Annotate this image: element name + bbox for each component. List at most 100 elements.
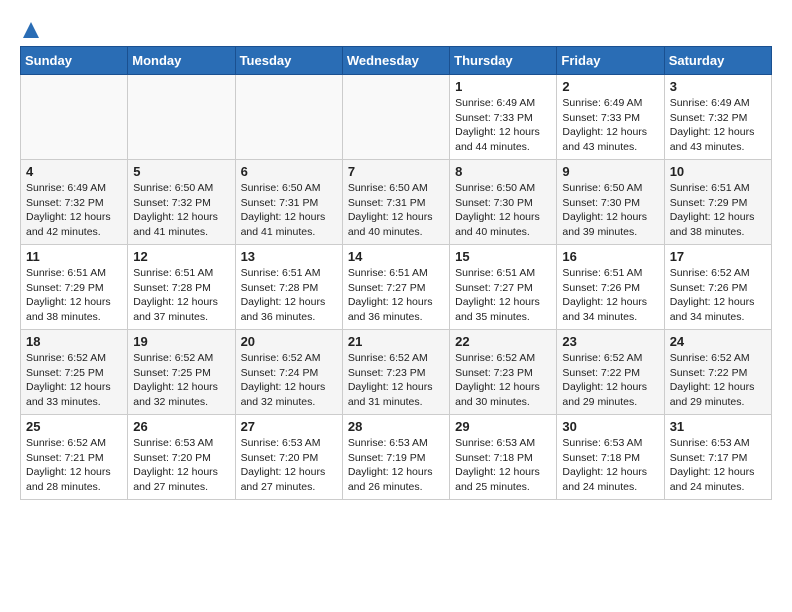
day-header-saturday: Saturday [664, 47, 771, 75]
calendar-cell: 3Sunrise: 6:49 AMSunset: 7:32 PMDaylight… [664, 75, 771, 160]
calendar-cell: 4Sunrise: 6:49 AMSunset: 7:32 PMDaylight… [21, 160, 128, 245]
calendar-week-row: 18 Sunrise: 6:52 AMSunset: 7:25 PMDayligh… [21, 330, 772, 415]
calendar-cell: 7 Sunrise: 6:50 AMSunset: 7:31 PMDaylight… [342, 160, 449, 245]
day-header-wednesday: Wednesday [342, 47, 449, 75]
day-info: Sunrise: 6:50 AMSunset: 7:31 PMDaylight:… [348, 181, 444, 240]
day-number: 8 [455, 164, 551, 179]
day-info: Sunrise: 6:53 AMSunset: 7:19 PMDaylight:… [348, 436, 444, 495]
day-info: Sunrise: 6:52 AMSunset: 7:25 PMDaylight:… [26, 351, 122, 410]
day-info: Sunrise: 6:52 AMSunset: 7:21 PMDaylight:… [26, 436, 122, 495]
day-number: 31 [670, 419, 766, 434]
calendar-cell: 2 Sunrise: 6:49 AMSunset: 7:33 PMDaylight… [557, 75, 664, 160]
day-info: Sunrise: 6:49 AMSunset: 7:33 PMDaylight:… [562, 96, 658, 155]
day-info: Sunrise: 6:52 AMSunset: 7:22 PMDaylight:… [562, 351, 658, 410]
calendar-cell: 21 Sunrise: 6:52 AMSunset: 7:23 PMDayligh… [342, 330, 449, 415]
calendar-cell [128, 75, 235, 160]
day-number: 29 [455, 419, 551, 434]
day-header-monday: Monday [128, 47, 235, 75]
day-number: 25 [26, 419, 122, 434]
day-number: 18 [26, 334, 122, 349]
calendar-cell: 8 Sunrise: 6:50 AMSunset: 7:30 PMDaylight… [450, 160, 557, 245]
day-info: Sunrise: 6:53 AMSunset: 7:17 PMDaylight:… [670, 436, 766, 495]
calendar-table: SundayMondayTuesdayWednesdayThursdayFrid… [20, 46, 772, 500]
calendar-cell: 25 Sunrise: 6:52 AMSunset: 7:21 PMDayligh… [21, 415, 128, 500]
day-info: Sunrise: 6:53 AMSunset: 7:18 PMDaylight:… [562, 436, 658, 495]
calendar-cell: 1Sunrise: 6:49 AMSunset: 7:33 PMDaylight… [450, 75, 557, 160]
calendar-cell: 20 Sunrise: 6:52 AMSunset: 7:24 PMDayligh… [235, 330, 342, 415]
day-info: Sunrise: 6:51 AMSunset: 7:29 PMDaylight:… [670, 181, 766, 240]
day-info: Sunrise: 6:53 AMSunset: 7:20 PMDaylight:… [133, 436, 229, 495]
day-info: Sunrise: 6:52 AMSunset: 7:26 PMDaylight:… [670, 266, 766, 325]
day-info: Sunrise: 6:50 AMSunset: 7:30 PMDaylight:… [455, 181, 551, 240]
day-number: 30 [562, 419, 658, 434]
day-info: Sunrise: 6:53 AMSunset: 7:18 PMDaylight:… [455, 436, 551, 495]
calendar-cell: 17 Sunrise: 6:52 AMSunset: 7:26 PMDayligh… [664, 245, 771, 330]
day-info: Sunrise: 6:51 AMSunset: 7:27 PMDaylight:… [348, 266, 444, 325]
day-number: 5 [133, 164, 229, 179]
day-number: 24 [670, 334, 766, 349]
calendar-cell: 9 Sunrise: 6:50 AMSunset: 7:30 PMDaylight… [557, 160, 664, 245]
day-info: Sunrise: 6:51 AMSunset: 7:27 PMDaylight:… [455, 266, 551, 325]
day-header-thursday: Thursday [450, 47, 557, 75]
day-number: 26 [133, 419, 229, 434]
day-number: 14 [348, 249, 444, 264]
calendar-cell: 5 Sunrise: 6:50 AMSunset: 7:32 PMDaylight… [128, 160, 235, 245]
day-number: 28 [348, 419, 444, 434]
page-header [20, 20, 772, 36]
calendar-cell: 16Sunrise: 6:51 AMSunset: 7:26 PMDayligh… [557, 245, 664, 330]
day-header-tuesday: Tuesday [235, 47, 342, 75]
calendar-cell: 29 Sunrise: 6:53 AMSunset: 7:18 PMDayligh… [450, 415, 557, 500]
day-number: 15 [455, 249, 551, 264]
day-number: 4 [26, 164, 122, 179]
day-number: 1 [455, 79, 551, 94]
day-number: 23 [562, 334, 658, 349]
calendar-cell [342, 75, 449, 160]
day-info: Sunrise: 6:50 AMSunset: 7:32 PMDaylight:… [133, 181, 229, 240]
day-info: Sunrise: 6:52 AMSunset: 7:22 PMDaylight:… [670, 351, 766, 410]
day-number: 10 [670, 164, 766, 179]
day-number: 2 [562, 79, 658, 94]
calendar-cell: 27Sunrise: 6:53 AMSunset: 7:20 PMDayligh… [235, 415, 342, 500]
calendar-cell: 22 Sunrise: 6:52 AMSunset: 7:23 PMDayligh… [450, 330, 557, 415]
day-number: 20 [241, 334, 337, 349]
day-header-friday: Friday [557, 47, 664, 75]
day-number: 9 [562, 164, 658, 179]
calendar-cell: 26 Sunrise: 6:53 AMSunset: 7:20 PMDayligh… [128, 415, 235, 500]
day-number: 13 [241, 249, 337, 264]
calendar-cell: 13 Sunrise: 6:51 AMSunset: 7:28 PMDayligh… [235, 245, 342, 330]
calendar-cell: 19 Sunrise: 6:52 AMSunset: 7:25 PMDayligh… [128, 330, 235, 415]
calendar-cell: 18 Sunrise: 6:52 AMSunset: 7:25 PMDayligh… [21, 330, 128, 415]
day-number: 21 [348, 334, 444, 349]
calendar-header-row: SundayMondayTuesdayWednesdayThursdayFrid… [21, 47, 772, 75]
day-number: 22 [455, 334, 551, 349]
day-number: 7 [348, 164, 444, 179]
day-info: Sunrise: 6:50 AMSunset: 7:30 PMDaylight:… [562, 181, 658, 240]
day-info: Sunrise: 6:50 AMSunset: 7:31 PMDaylight:… [241, 181, 337, 240]
day-info: Sunrise: 6:51 AMSunset: 7:28 PMDaylight:… [241, 266, 337, 325]
day-info: Sunrise: 6:51 AMSunset: 7:28 PMDaylight:… [133, 266, 229, 325]
calendar-cell: 24 Sunrise: 6:52 AMSunset: 7:22 PMDayligh… [664, 330, 771, 415]
calendar-cell: 15 Sunrise: 6:51 AMSunset: 7:27 PMDayligh… [450, 245, 557, 330]
calendar-cell: 14 Sunrise: 6:51 AMSunset: 7:27 PMDayligh… [342, 245, 449, 330]
day-info: Sunrise: 6:52 AMSunset: 7:23 PMDaylight:… [348, 351, 444, 410]
day-number: 27 [241, 419, 337, 434]
day-number: 17 [670, 249, 766, 264]
calendar-cell: 12Sunrise: 6:51 AMSunset: 7:28 PMDayligh… [128, 245, 235, 330]
day-info: Sunrise: 6:52 AMSunset: 7:25 PMDaylight:… [133, 351, 229, 410]
logo-icon [21, 20, 41, 40]
calendar-cell: 10 Sunrise: 6:51 AMSunset: 7:29 PMDayligh… [664, 160, 771, 245]
calendar-cell: 28 Sunrise: 6:53 AMSunset: 7:19 PMDayligh… [342, 415, 449, 500]
day-number: 19 [133, 334, 229, 349]
calendar-cell: 30 Sunrise: 6:53 AMSunset: 7:18 PMDayligh… [557, 415, 664, 500]
calendar-week-row: 11Sunrise: 6:51 AMSunset: 7:29 PMDayligh… [21, 245, 772, 330]
logo [20, 20, 42, 36]
calendar-cell: 31 Sunrise: 6:53 AMSunset: 7:17 PMDayligh… [664, 415, 771, 500]
calendar-cell [21, 75, 128, 160]
day-info: Sunrise: 6:52 AMSunset: 7:23 PMDaylight:… [455, 351, 551, 410]
day-info: Sunrise: 6:51 AMSunset: 7:29 PMDaylight:… [26, 266, 122, 325]
day-header-sunday: Sunday [21, 47, 128, 75]
day-info: Sunrise: 6:52 AMSunset: 7:24 PMDaylight:… [241, 351, 337, 410]
day-info: Sunrise: 6:49 AMSunset: 7:32 PMDaylight:… [670, 96, 766, 155]
calendar-week-row: 25 Sunrise: 6:52 AMSunset: 7:21 PMDayligh… [21, 415, 772, 500]
calendar-cell: 11Sunrise: 6:51 AMSunset: 7:29 PMDayligh… [21, 245, 128, 330]
